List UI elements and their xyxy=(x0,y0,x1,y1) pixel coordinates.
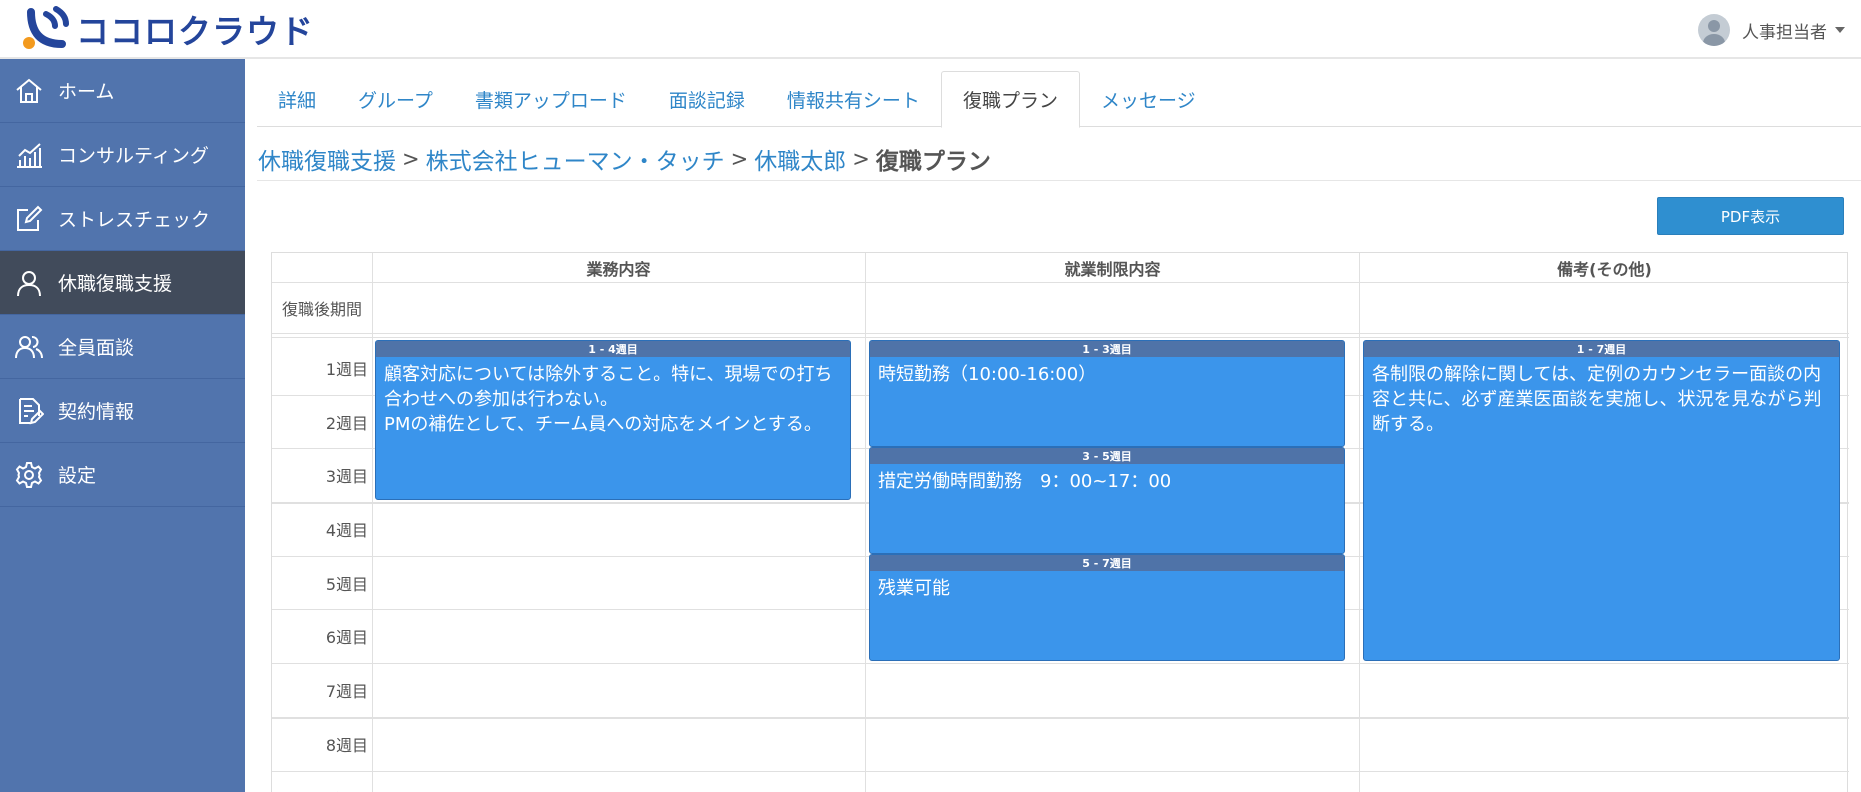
tab-messages[interactable]: メッセージ xyxy=(1080,71,1217,127)
gear-icon xyxy=(0,443,58,507)
breadcrumb-link-leave-support[interactable]: 休職復職支援 xyxy=(258,142,396,176)
block-range-label: 1 - 4週目 xyxy=(376,341,850,357)
app-header: ココロクラウド 人事担当者 xyxy=(0,0,1861,59)
block-range-label: 1 - 7週目 xyxy=(1364,341,1839,357)
page-title: 復職プラン xyxy=(875,149,991,175)
document-icon xyxy=(0,379,58,443)
tab-details[interactable]: 詳細 xyxy=(257,71,337,127)
user-name: 人事担当者 xyxy=(1742,22,1827,43)
week-label: 7週目 xyxy=(325,682,368,701)
week-label: 3週目 xyxy=(325,467,368,486)
period-label: 復職後期間 xyxy=(281,300,362,319)
sidebar-item-label: ストレスチェック xyxy=(58,209,211,231)
grid-line-horizontal xyxy=(272,663,1849,664)
block-range-label: 3 - 5週目 xyxy=(870,448,1344,464)
grid-line-horizontal xyxy=(272,337,1849,338)
sidebar-item-consulting[interactable]: コンサルティング xyxy=(0,123,245,187)
sidebar-item-label: ホーム xyxy=(58,81,115,103)
plan-block-restriction-5-7[interactable]: 5 - 7週目 残業可能 xyxy=(869,554,1345,661)
block-range-label: 5 - 7週目 xyxy=(870,555,1344,571)
sidebar-item-label: コンサルティング xyxy=(58,145,209,167)
person-icon xyxy=(0,251,58,315)
grid-line-horizontal xyxy=(272,771,1849,772)
user-menu[interactable]: 人事担当者 xyxy=(1698,13,1845,47)
sidebar-item-leave-support[interactable]: 休職復職支援 xyxy=(0,251,245,315)
logo-mark-icon xyxy=(22,6,74,52)
week-label: 6週目 xyxy=(325,628,368,647)
tab-group[interactable]: グループ xyxy=(337,71,454,127)
sidebar-item-home[interactable]: ホーム xyxy=(0,59,245,123)
breadcrumb: 休職復職支援 > 株式会社ヒューマン・タッチ > 休職太郎 > 復職プラン xyxy=(258,137,991,181)
return-plan-table: 業務内容 就業制限内容 備考(その他) 復職後期間 1週目 2週目 3週目 4週… xyxy=(271,252,1849,792)
sidebar-item-label: 全員面談 xyxy=(58,337,135,359)
tab-return-plan[interactable]: 復職プラン xyxy=(940,71,1080,128)
main-content: 詳細 グループ 書類アップロード 面談記録 情報共有シート 復職プラン メッセー… xyxy=(245,59,1861,792)
sidebar-item-settings[interactable]: 設定 xyxy=(0,443,245,507)
breadcrumb-separator: > xyxy=(730,147,749,171)
block-text: 時短勤務（10:00-16:00） xyxy=(878,364,1097,385)
people-icon xyxy=(0,315,58,379)
tab-bar: 詳細 グループ 書類アップロード 面談記録 情報共有シート 復職プラン メッセー… xyxy=(257,71,1861,128)
sidebar-item-label: 契約情報 xyxy=(58,401,135,423)
sidebar-item-label: 設定 xyxy=(58,465,97,487)
breadcrumb-link-company[interactable]: 株式会社ヒューマン・タッチ xyxy=(426,142,725,176)
tab-document-upload[interactable]: 書類アップロード xyxy=(454,71,648,127)
plan-block-remarks-1-7[interactable]: 1 - 7週目 各制限の解除に関しては、定例のカウンセラー面談の内容と共に、必ず… xyxy=(1363,340,1840,661)
block-text: 顧客対応については除外すること。特に、現場での打ち合わせへの参加は行わない。 P… xyxy=(384,364,833,435)
sidebar-item-label: 休職復職支援 xyxy=(58,273,173,295)
breadcrumb-link-employee[interactable]: 休職太郎 xyxy=(754,142,846,176)
column-header-remarks: 備考(その他) xyxy=(1557,259,1652,279)
sidebar: ホーム コンサルティング ストレスチェック 休職復職支援 全員面談 契約情報 設… xyxy=(0,59,245,792)
breadcrumb-separator: > xyxy=(852,147,870,171)
column-header-work: 業務内容 xyxy=(586,259,651,279)
plan-block-restriction-1-3[interactable]: 1 - 3週目 時短勤務（10:00-16:00） xyxy=(869,340,1345,447)
logo[interactable]: ココロクラウド xyxy=(22,6,314,52)
breadcrumb-divider xyxy=(257,180,1861,181)
caret-down-icon xyxy=(1835,27,1845,33)
week-label: 1週目 xyxy=(325,360,368,379)
plan-block-restriction-3-5[interactable]: 3 - 5週目 措定労働時間勤務 9：00~17：00 xyxy=(869,447,1345,554)
week-label: 9週目 xyxy=(272,771,372,792)
column-header-restriction: 就業制限内容 xyxy=(1064,259,1161,279)
tab-info-share-sheet[interactable]: 情報共有シート xyxy=(766,71,941,127)
block-text: 措定労働時間勤務 9：00~17：00 xyxy=(878,471,1172,492)
grid-line-horizontal xyxy=(272,333,1849,334)
block-range-label: 1 - 3週目 xyxy=(870,341,1344,357)
plan-block-work-1-4[interactable]: 1 - 4週目 顧客対応については除外すること。特に、現場での打ち合わせへの参加… xyxy=(375,340,851,500)
edit-icon xyxy=(0,187,58,251)
week-label: 5週目 xyxy=(325,575,368,594)
logo-text: ココロクラウド xyxy=(76,12,314,51)
breadcrumb-separator: > xyxy=(402,147,420,171)
chart-icon xyxy=(0,123,58,187)
sidebar-item-all-interview[interactable]: 全員面談 xyxy=(0,315,245,379)
avatar-icon xyxy=(1698,14,1730,46)
block-text: 残業可能 xyxy=(878,578,950,599)
pdf-view-button[interactable]: PDF表示 xyxy=(1657,197,1844,235)
week-label: 4週目 xyxy=(325,521,368,540)
grid-line-horizontal xyxy=(272,282,1849,283)
block-text: 各制限の解除に関しては、定例のカウンセラー面談の内容と共に、必ず産業医面談を実施… xyxy=(1372,364,1822,435)
home-icon xyxy=(0,59,58,123)
sidebar-item-stress-check[interactable]: ストレスチェック xyxy=(0,187,245,251)
sidebar-item-contract[interactable]: 契約情報 xyxy=(0,379,245,443)
tab-interview-record[interactable]: 面談記録 xyxy=(648,71,766,127)
week-label: 8週目 xyxy=(325,736,368,755)
week-label: 2週目 xyxy=(325,414,368,433)
grid-line-horizontal xyxy=(272,717,1849,719)
